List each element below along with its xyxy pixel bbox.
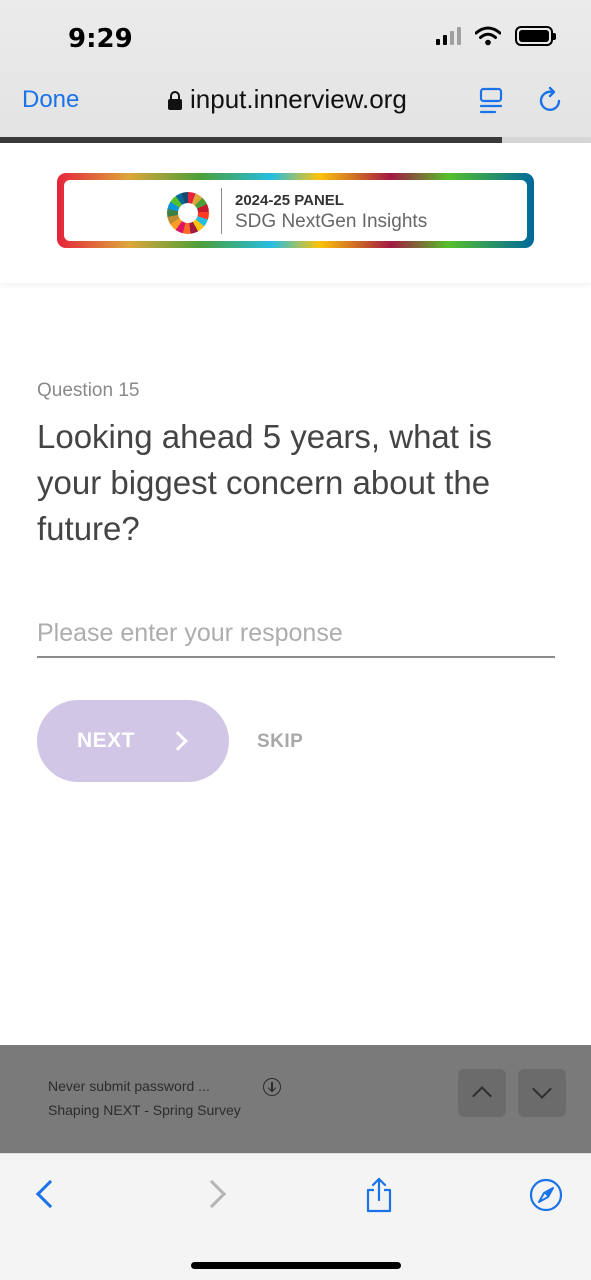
chevron-right-icon: [168, 731, 188, 751]
skip-button[interactable]: SKIP: [257, 731, 303, 753]
question-text: Looking ahead 5 years, what is your bigg…: [37, 418, 492, 547]
chevron-down-icon[interactable]: [518, 1069, 566, 1117]
bottom-toolbar: [0, 1153, 591, 1280]
question-number: Question 15: [37, 380, 140, 401]
banner-divider: [221, 188, 222, 234]
banner-title: 2024-25 PANEL: [235, 192, 344, 209]
status-icons: [436, 26, 556, 46]
status-time: 9:29: [68, 24, 133, 54]
back-icon[interactable]: [35, 1179, 65, 1209]
home-indicator: [191, 1262, 401, 1269]
panel-banner-inner: 2024-25 PANEL SDG NextGen Insights: [64, 180, 527, 241]
done-button[interactable]: Done: [22, 86, 79, 114]
signal-icon: [436, 27, 461, 45]
share-icon[interactable]: [364, 1176, 394, 1214]
browser-chrome: 9:29 Done input.innerview.org: [0, 0, 591, 143]
panel-banner: 2024-25 PANEL SDG NextGen Insights: [57, 173, 534, 248]
next-button[interactable]: NEXT: [37, 700, 229, 782]
next-button-label: NEXT: [77, 729, 136, 752]
reader-icon[interactable]: [478, 87, 504, 115]
download-icon[interactable]: [263, 1078, 281, 1096]
accessory-line-2[interactable]: Shaping NEXT - Spring Survey: [48, 1102, 241, 1118]
url-text: input.innerview.org: [190, 84, 407, 114]
wifi-icon: [475, 26, 501, 46]
chevron-up-icon[interactable]: [458, 1069, 506, 1117]
survey-header: 2024-25 PANEL SDG NextGen Insights: [0, 143, 591, 283]
banner-subtitle: SDG NextGen Insights: [235, 211, 428, 232]
accessory-line-1[interactable]: Never submit password ...: [48, 1078, 210, 1094]
autofill-accessory-bar: Never submit password ... Shaping NEXT -…: [0, 1045, 591, 1153]
reload-icon[interactable]: [537, 86, 565, 114]
address-bar[interactable]: input.innerview.org: [168, 84, 407, 115]
compass-icon[interactable]: [529, 1178, 563, 1212]
forward-icon[interactable]: [197, 1179, 227, 1209]
response-input[interactable]: [37, 610, 555, 658]
sdg-wheel-icon: [167, 192, 209, 234]
battery-icon: [515, 26, 556, 46]
lock-icon: [168, 90, 182, 110]
